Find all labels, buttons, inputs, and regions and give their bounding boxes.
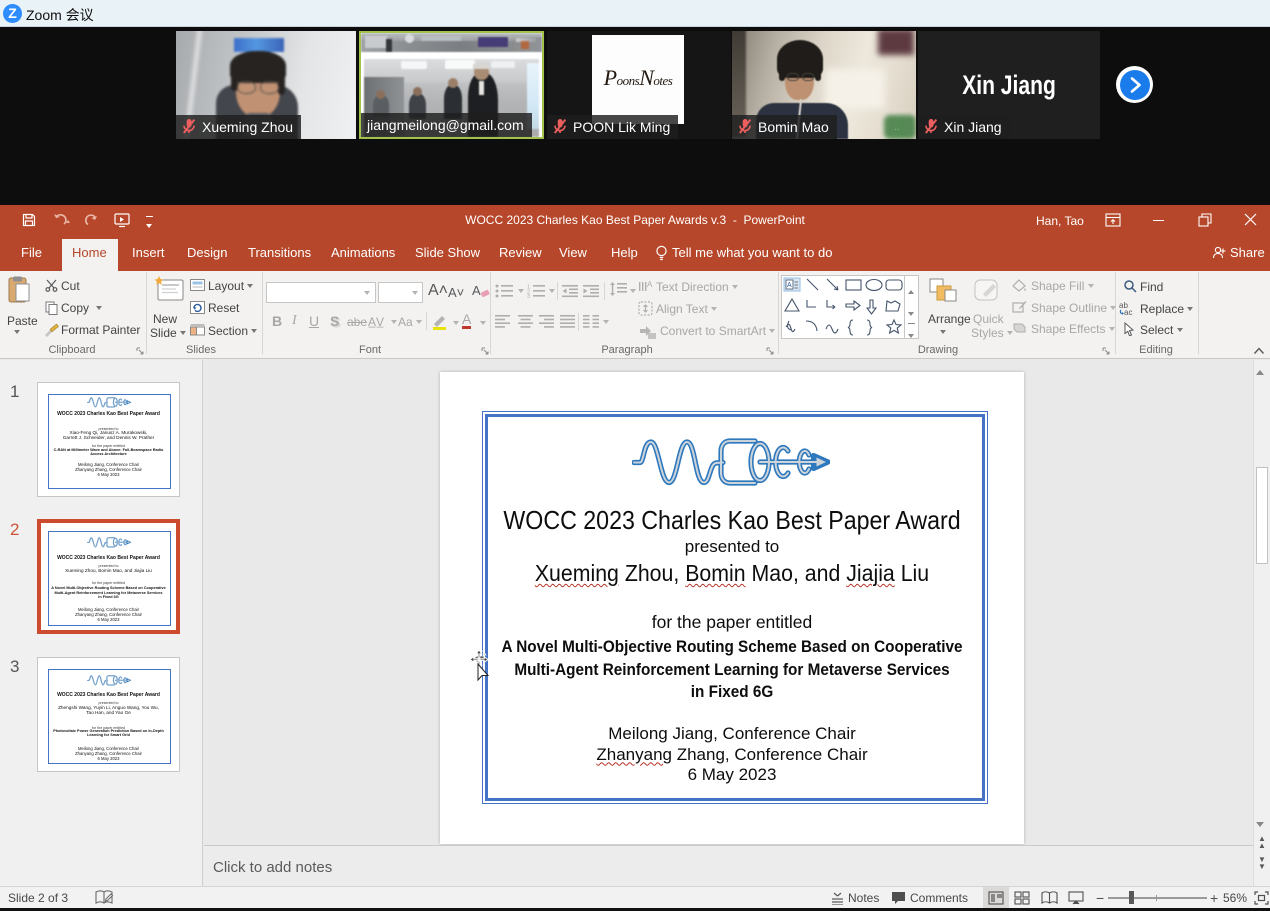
svg-text:3: 3	[527, 294, 530, 298]
svg-text:A: A	[472, 283, 481, 298]
svg-text:A: A	[647, 280, 653, 289]
svg-text:ac: ac	[1124, 308, 1132, 315]
svg-text:A: A	[787, 282, 792, 289]
